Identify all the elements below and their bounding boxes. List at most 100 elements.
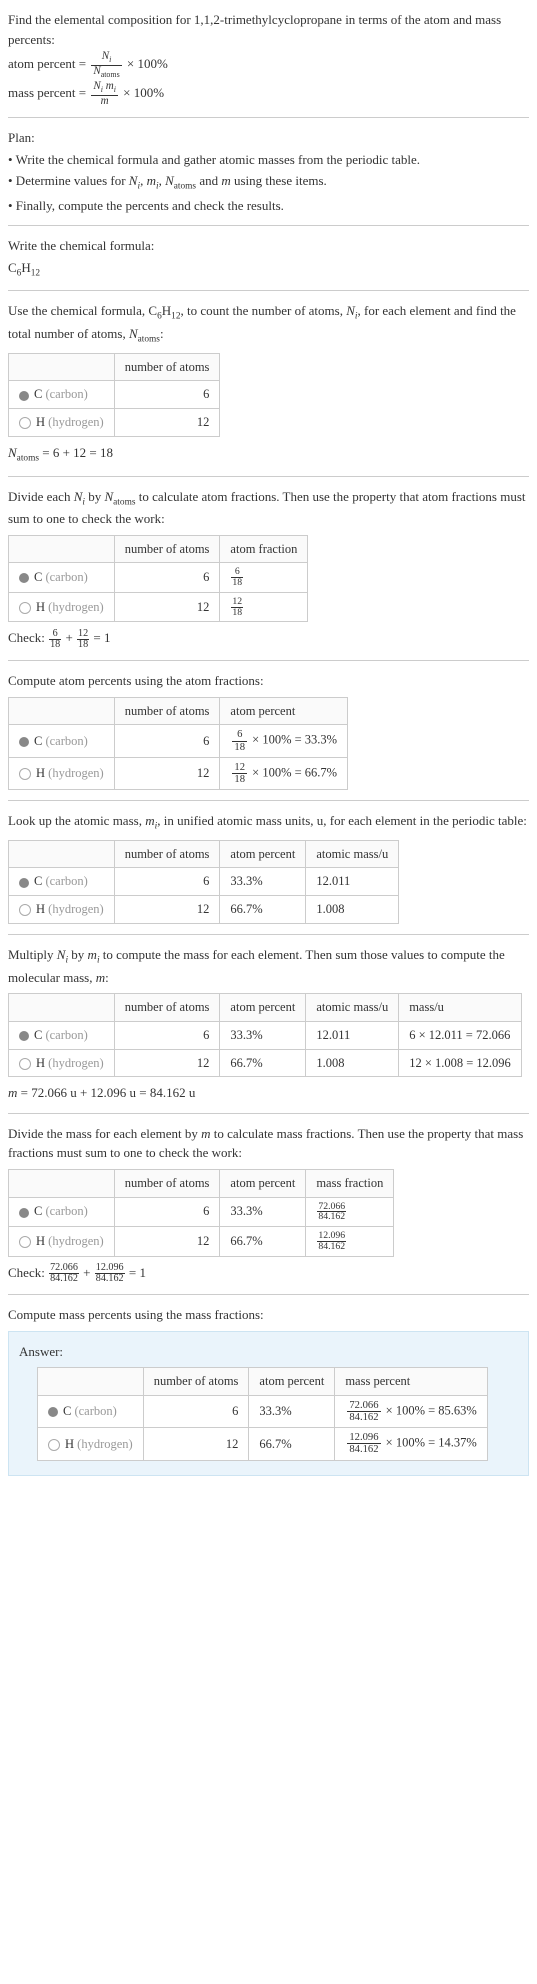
h-atom-pct: 1218 × 100% = 66.7% (220, 757, 348, 789)
plan-b2a: • Determine values for (8, 173, 129, 188)
s7a: Divide the mass for each element by (8, 1126, 201, 1141)
step5-text: Look up the atomic mass, mi, in unified … (8, 811, 529, 834)
mass-percent-formula: mass percent = Ni mi m × 100% (8, 81, 529, 107)
h-sym: H (65, 1437, 77, 1451)
elem-carbon: C (carbon) (9, 1197, 115, 1227)
mass-percent-label: mass percent = (8, 85, 89, 100)
divider (8, 476, 529, 477)
s3b: by (85, 489, 105, 504)
step7-check: Check: 72.06684.162 + 12.09684.162 = 1 (8, 1263, 529, 1285)
c-sym: C (34, 387, 45, 401)
step5-block: Look up the atomic mass, mi, in unified … (8, 811, 529, 924)
divider (8, 934, 529, 935)
intro-block: Find the elemental composition for 1,1,2… (8, 10, 529, 107)
step1-formula: C6H12 (8, 258, 529, 281)
d: 18 (231, 608, 243, 618)
atom-percent-label: atom percent = (8, 56, 89, 71)
elem-hydrogen: H (hydrogen) (9, 1049, 115, 1077)
h-sym: H (36, 766, 48, 780)
d: 18 (232, 742, 247, 753)
c-atoms: 6 (114, 563, 220, 593)
h-mass-pct: 12.09684.162 × 100% = 14.37% (335, 1428, 488, 1460)
h-sym: H (36, 415, 48, 429)
step4-table: number of atoms atom percent C (carbon) … (8, 697, 348, 790)
elem-carbon: C (carbon) (9, 868, 115, 896)
table-row: C (carbon) 6 33.3% 12.011 6 × 12.011 = 7… (9, 1021, 522, 1049)
c-sym: C (34, 570, 45, 584)
s6d: : (105, 970, 109, 985)
elem-hydrogen: H (hydrogen) (9, 757, 115, 789)
d: 18 (49, 640, 61, 650)
h-atomic-mass: 1.008 (306, 896, 399, 924)
answer-title: Answer: (19, 1342, 518, 1362)
h-atom-pct: 66.7% (220, 1049, 306, 1077)
col-atomic-mass: atomic mass/u (306, 994, 399, 1022)
step7-table: number of atoms atom percent mass fracti… (8, 1169, 394, 1257)
table-row: H (hydrogen) 12 (9, 409, 220, 437)
col-n-atoms: number of atoms (114, 994, 220, 1022)
s2b: H (162, 303, 171, 318)
elem-hydrogen: H (hydrogen) (9, 896, 115, 924)
r: × 100% = 33.3% (249, 733, 337, 747)
step8-text: Compute mass percents using the mass fra… (8, 1305, 529, 1325)
plan-bullet-2: • Determine values for Ni, mi, Natoms an… (8, 171, 529, 194)
c-atomic-mass: 12.011 (306, 1021, 399, 1049)
h-name: (hydrogen) (48, 1056, 104, 1070)
step3-text: Divide each Ni by Natoms to calculate at… (8, 487, 529, 529)
table-row: C (carbon) 6 (9, 381, 220, 409)
s2sum: = 6 + 12 = 18 (39, 445, 113, 460)
table-row: C (carbon) 6 618 (9, 563, 308, 593)
col-mass-pct: mass percent (335, 1368, 488, 1396)
c-name: (carbon) (45, 387, 87, 401)
h-atom-pct: 66.7% (220, 1227, 306, 1257)
elem-carbon: C (carbon) (38, 1395, 144, 1427)
n: 6 (232, 729, 247, 741)
col-n-atoms: number of atoms (114, 840, 220, 868)
h-atom-frac: 1218 (220, 592, 308, 622)
table-row: C (carbon) 6 33.3% 72.06684.162 × 100% =… (38, 1395, 488, 1427)
c-sym: C (34, 734, 45, 748)
h-sym: H (36, 902, 48, 916)
c-name: (carbon) (74, 1404, 116, 1418)
c-sym: C (34, 1028, 45, 1042)
step7-text: Divide the mass for each element by m to… (8, 1124, 529, 1163)
plan-b2b: using these items. (234, 173, 327, 188)
col-atom-pct: atom percent (220, 994, 306, 1022)
d: 84.162 (347, 1444, 380, 1455)
d: 84.162 (347, 1412, 380, 1423)
h-name: (hydrogen) (48, 1234, 104, 1248)
c-sym: C (34, 1204, 45, 1218)
step5-table: number of atoms atom percent atomic mass… (8, 840, 399, 924)
table-header-row: number of atoms (9, 353, 220, 381)
s3a: Divide each (8, 489, 74, 504)
s6a: Multiply (8, 947, 57, 962)
c-mass-u: 6 × 12.011 = 72.066 (399, 1021, 522, 1049)
step3-block: Divide each Ni by Natoms to calculate at… (8, 487, 529, 651)
plan-bullet-1: • Write the chemical formula and gather … (8, 150, 529, 170)
h-sym: H (36, 1056, 48, 1070)
col-atom-pct: atom percent (220, 697, 348, 725)
s5a: Look up the atomic mass, (8, 813, 145, 828)
d: 84.162 (49, 1274, 79, 1284)
h-sym: H (36, 1234, 48, 1248)
c-atom-pct: 33.3% (220, 1021, 306, 1049)
col-n-atoms: number of atoms (114, 353, 220, 381)
elem-hydrogen: H (hydrogen) (38, 1428, 144, 1460)
times-100: × 100% (127, 56, 168, 71)
answer-table: number of atoms atom percent mass percen… (37, 1367, 488, 1460)
step6-table: number of atoms atom percent atomic mass… (8, 993, 522, 1077)
c-sym: C (63, 1404, 74, 1418)
c-atoms: 6 (143, 1395, 249, 1427)
chkt: = 1 (129, 1265, 146, 1280)
c-atom-pct: 33.3% (249, 1395, 335, 1427)
step7-block: Divide the mass for each element by m to… (8, 1124, 529, 1284)
s6b: by (68, 947, 88, 962)
col-atom-pct: atom percent (249, 1368, 335, 1396)
h-mass-u: 12 × 1.008 = 12.096 (399, 1049, 522, 1077)
s6sum: = 72.066 u + 12.096 u = 84.162 u (17, 1085, 195, 1100)
h-atomic-mass: 1.008 (306, 1049, 399, 1077)
step2-text: Use the chemical formula, C6H12, to coun… (8, 301, 529, 346)
divider (8, 290, 529, 291)
c-mass-pct: 72.06684.162 × 100% = 85.63% (335, 1395, 488, 1427)
answer-box: Answer: number of atoms atom percent mas… (8, 1331, 529, 1476)
